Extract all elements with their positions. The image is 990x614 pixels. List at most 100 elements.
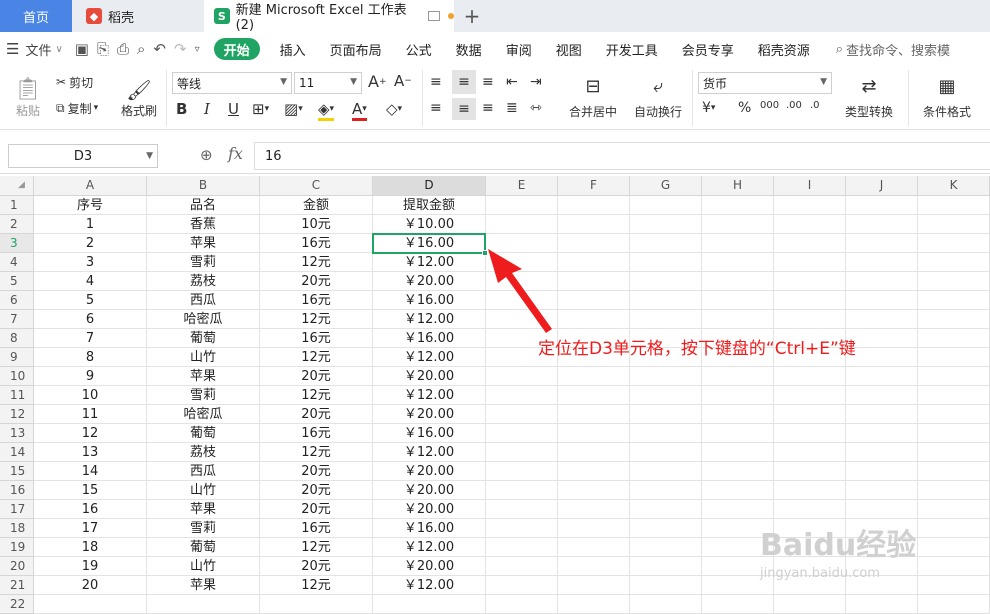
cell-K3[interactable] (918, 234, 990, 253)
cell-D16[interactable]: ￥20.00 (373, 481, 486, 500)
align-top-icon[interactable]: ≡ (430, 74, 442, 90)
row-header[interactable]: 19 (0, 538, 34, 557)
cell-H15[interactable] (702, 462, 774, 481)
cell-A16[interactable]: 15 (34, 481, 147, 500)
cell-E15[interactable] (486, 462, 558, 481)
align-bottom-icon[interactable]: ≡ (482, 74, 494, 90)
cell-G4[interactable] (630, 253, 702, 272)
font-color-button[interactable]: A ▾ (352, 100, 367, 121)
cell-B17[interactable]: 苹果 (147, 500, 260, 519)
cell-E19[interactable] (486, 538, 558, 557)
cell-K19[interactable] (918, 538, 990, 557)
cell-A2[interactable]: 1 (34, 215, 147, 234)
cell-B7[interactable]: 哈密瓜 (147, 310, 260, 329)
cell-G17[interactable] (630, 500, 702, 519)
cell-K17[interactable] (918, 500, 990, 519)
cell-G12[interactable] (630, 405, 702, 424)
cell-J11[interactable] (846, 386, 918, 405)
merge-center-button[interactable]: ⊟ 合并居中 (562, 70, 624, 126)
tab-daoke[interactable]: ◆ 稻壳 (74, 0, 196, 32)
cell-D22[interactable] (373, 595, 486, 614)
type-convert-button[interactable]: ⇄ 类型转换 (838, 70, 900, 126)
cell-F14[interactable] (558, 443, 630, 462)
cell-I14[interactable] (774, 443, 846, 462)
cell-J5[interactable] (846, 272, 918, 291)
cell-D14[interactable]: ￥12.00 (373, 443, 486, 462)
align-right-icon[interactable]: ≡ (482, 100, 494, 116)
cell-A17[interactable]: 16 (34, 500, 147, 519)
redo-icon[interactable]: ↷ (174, 40, 187, 58)
cell-F7[interactable] (558, 310, 630, 329)
cell-B14[interactable]: 荔枝 (147, 443, 260, 462)
cell-G10[interactable] (630, 367, 702, 386)
column-header-J[interactable]: J (846, 176, 918, 196)
cell-A18[interactable]: 17 (34, 519, 147, 538)
cell-A22[interactable] (34, 595, 147, 614)
cell-C1[interactable]: 金额 (260, 196, 373, 215)
cell-F18[interactable] (558, 519, 630, 538)
menu-tab-page-layout[interactable]: 页面布局 (318, 32, 394, 66)
decrease-font-button[interactable]: A − (394, 72, 412, 90)
cell-G19[interactable] (630, 538, 702, 557)
tab-excel-workbook[interactable]: S 新建 Microsoft Excel 工作表 (2) (204, 0, 454, 33)
cell-A21[interactable]: 20 (34, 576, 147, 595)
print-icon[interactable]: ⎙ (117, 40, 129, 58)
cell-K14[interactable] (918, 443, 990, 462)
menu-tab-insert[interactable]: 插入 (268, 32, 318, 66)
cell-H22[interactable] (702, 595, 774, 614)
fill-pattern-button[interactable]: ▨ ▾ (284, 100, 303, 118)
cell-E10[interactable] (486, 367, 558, 386)
cell-E21[interactable] (486, 576, 558, 595)
cell-K1[interactable] (918, 196, 990, 215)
cell-G6[interactable] (630, 291, 702, 310)
cell-F12[interactable] (558, 405, 630, 424)
cell-C20[interactable]: 20元 (260, 557, 373, 576)
cell-G20[interactable] (630, 557, 702, 576)
cell-J12[interactable] (846, 405, 918, 424)
cell-C3[interactable]: 16元 (260, 234, 373, 253)
cell-H7[interactable] (702, 310, 774, 329)
cell-F10[interactable] (558, 367, 630, 386)
menu-tab-formula[interactable]: 公式 (394, 32, 444, 66)
new-tab-button[interactable]: + (458, 0, 486, 32)
cell-K21[interactable] (918, 576, 990, 595)
column-header-E[interactable]: E (486, 176, 558, 196)
cell-D4[interactable]: ￥12.00 (373, 253, 486, 272)
cell-F2[interactable] (558, 215, 630, 234)
name-box[interactable]: D3 ▼ (8, 144, 158, 168)
cell-F11[interactable] (558, 386, 630, 405)
distribute-icon[interactable]: ⇿ (530, 100, 542, 116)
cell-A4[interactable]: 3 (34, 253, 147, 272)
cell-E11[interactable] (486, 386, 558, 405)
cell-C12[interactable]: 20元 (260, 405, 373, 424)
cell-H1[interactable] (702, 196, 774, 215)
clear-format-button[interactable]: ◇ ▾ (386, 100, 402, 118)
cell-J17[interactable] (846, 500, 918, 519)
cell-K20[interactable] (918, 557, 990, 576)
column-header-A[interactable]: A (34, 176, 147, 196)
cell-F17[interactable] (558, 500, 630, 519)
cell-G3[interactable] (630, 234, 702, 253)
row-header[interactable]: 2 (0, 215, 34, 234)
row-header[interactable]: 18 (0, 519, 34, 538)
cell-C15[interactable]: 20元 (260, 462, 373, 481)
cell-I17[interactable] (774, 500, 846, 519)
increase-font-button[interactable]: A + (368, 72, 387, 91)
cell-A11[interactable]: 10 (34, 386, 147, 405)
row-header[interactable]: 11 (0, 386, 34, 405)
cell-B4[interactable]: 雪莉 (147, 253, 260, 272)
cut-button[interactable]: ✂ 剪切 (56, 72, 93, 92)
row-header[interactable]: 7 (0, 310, 34, 329)
cell-G14[interactable] (630, 443, 702, 462)
cell-G13[interactable] (630, 424, 702, 443)
cell-D5[interactable]: ￥20.00 (373, 272, 486, 291)
cell-D12[interactable]: ￥20.00 (373, 405, 486, 424)
italic-button[interactable]: I (204, 100, 210, 118)
indent-increase-icon[interactable]: ⇥ (530, 74, 542, 90)
justify-icon[interactable]: ≣ (506, 100, 518, 116)
cell-A1[interactable]: 序号 (34, 196, 147, 215)
tab-home[interactable]: 首页 (0, 0, 72, 32)
cell-H12[interactable] (702, 405, 774, 424)
cell-G15[interactable] (630, 462, 702, 481)
cell-D21[interactable]: ￥12.00 (373, 576, 486, 595)
